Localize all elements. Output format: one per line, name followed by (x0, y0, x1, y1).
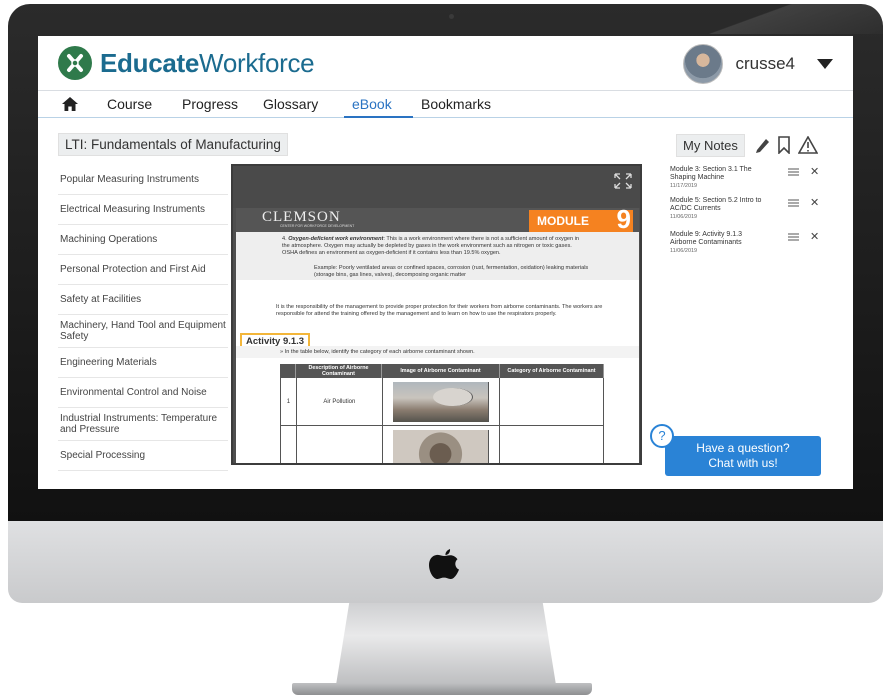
screen-glare (673, 4, 883, 34)
note-title[interactable]: Module 9: Activity 9.1.3 Airborne Contam… (670, 231, 766, 247)
category-answer-cell[interactable] (500, 378, 604, 425)
note-date: 11/06/2019 (670, 248, 698, 254)
module-tab: MODULE 9 (529, 208, 633, 234)
note-title[interactable]: Module 3: Section 3.1 The Shaping Machin… (670, 166, 766, 182)
avatar[interactable] (683, 44, 724, 84)
logo-badge-icon (58, 46, 92, 80)
pencil-icon[interactable] (754, 136, 770, 154)
page-header: CLEMSON CENTER FOR WORKFORCE DEVELOPMENT… (236, 208, 639, 234)
activity-table: Description of Airborne Contaminant Imag… (280, 364, 604, 463)
contaminant-image (393, 429, 489, 463)
sidebar-item-industrial-instruments[interactable]: Industrial Instruments: Temperature and … (58, 408, 228, 441)
close-icon[interactable]: ✕ (810, 230, 819, 243)
tab-course[interactable]: Course (107, 96, 152, 118)
logo-text: EducateWorkforce (100, 47, 315, 78)
row-description: Air Pollution (297, 378, 383, 425)
col-category: Category of Airborne Contaminant (500, 364, 604, 378)
row-number: 1 (281, 378, 297, 425)
sidebar-item-machinery-safety[interactable]: Machinery, Hand Tool and Equipment Safet… (58, 315, 228, 348)
note-date: 11/17/2019 (670, 183, 698, 189)
sidebar-item-environmental-control[interactable]: Environmental Control and Noise (58, 378, 228, 408)
menu-icon[interactable] (788, 199, 799, 207)
tab-bookmarks[interactable]: Bookmarks (421, 96, 491, 118)
category-answer-cell[interactable] (500, 426, 604, 463)
user-menu[interactable]: crusse4 (683, 44, 833, 84)
bookmark-icon[interactable] (777, 136, 791, 154)
sidebar-item-machining[interactable]: Machining Operations (58, 225, 228, 255)
chat-line-2[interactable]: Chat with us! (665, 456, 821, 471)
note-date: 11/06/2019 (670, 214, 698, 220)
camera-icon (449, 14, 454, 19)
menu-icon[interactable] (788, 233, 799, 241)
item-4-text: 4. Oxygen-deficient work environment: Th… (282, 236, 580, 256)
module-sidebar: Popular Measuring Instruments Electrical… (58, 165, 228, 471)
home-icon[interactable] (62, 97, 78, 111)
note-item[interactable]: Module 9: Activity 9.1.3 Airborne Contam… (670, 231, 850, 254)
screen: EducateWorkforce crusse4 Course Progress… (38, 36, 853, 489)
apple-logo-icon (429, 549, 459, 579)
close-icon[interactable]: ✕ (810, 196, 819, 209)
close-icon[interactable]: ✕ (810, 165, 819, 178)
site-header: EducateWorkforce crusse4 (38, 36, 853, 90)
note-title[interactable]: Module 5: Section 5.2 Intro to AC/DC Cur… (670, 197, 766, 213)
table-header: Description of Airborne Contaminant Imag… (280, 364, 604, 378)
course-title: LTI: Fundamentals of Manufacturing (58, 133, 288, 156)
table-row (280, 426, 604, 463)
sidebar-item-special-processing[interactable]: Special Processing (58, 441, 228, 471)
tab-glossary[interactable]: Glossary (263, 96, 318, 118)
module-label: MODULE (537, 214, 589, 228)
warning-icon[interactable] (798, 136, 818, 154)
sidebar-item-personal-protection[interactable]: Personal Protection and First Aid (58, 255, 228, 285)
chat-line-1[interactable]: Have a question? (665, 441, 821, 456)
tab-ebook[interactable]: eBook (344, 96, 413, 118)
col-image: Image of Airborne Contaminant (382, 364, 500, 378)
course-nav: Course Progress Glossary eBook Bookmarks (38, 90, 853, 118)
sidebar-item-safety-facilities[interactable]: Safety at Facilities (58, 285, 228, 315)
sidebar-item-popular-measuring[interactable]: Popular Measuring Instruments (58, 165, 228, 195)
chat-button[interactable]: Have a question? Chat with us! (665, 436, 821, 476)
sidebar-item-electrical-measuring[interactable]: Electrical Measuring Instruments (58, 195, 228, 225)
col-description: Description of Airborne Contaminant (296, 364, 382, 378)
tab-progress[interactable]: Progress (182, 96, 238, 118)
stand-neck (336, 603, 556, 685)
imac-mockup: EducateWorkforce crusse4 Course Progress… (0, 0, 891, 700)
module-number: 9 (616, 208, 631, 234)
chevron-down-icon[interactable] (817, 59, 833, 69)
site-logo[interactable]: EducateWorkforce (58, 46, 315, 80)
instruction-text: » In the table below, identify the categ… (280, 349, 475, 355)
fullscreen-icon[interactable] (614, 173, 632, 189)
ebook-viewer[interactable]: CLEMSON CENTER FOR WORKFORCE DEVELOPMENT… (231, 164, 642, 465)
note-item[interactable]: Module 5: Section 5.2 Intro to AC/DC Cur… (670, 197, 850, 220)
ebook-page: CLEMSON CENTER FOR WORKFORCE DEVELOPMENT… (236, 208, 639, 463)
menu-icon[interactable] (788, 168, 799, 176)
responsibility-text: It is the responsibility of the manageme… (276, 304, 603, 317)
username[interactable]: crusse4 (735, 54, 795, 74)
stand-base (292, 683, 592, 695)
example-text: Example: Poorly ventilated areas or conf… (314, 265, 589, 278)
viewer-toolbar (233, 166, 640, 208)
note-item[interactable]: Module 3: Section 3.1 The Shaping Machin… (670, 166, 850, 189)
my-notes-label: My Notes (676, 134, 745, 157)
table-row: 1 Air Pollution (280, 378, 604, 426)
clemson-subtitle: CENTER FOR WORKFORCE DEVELOPMENT (280, 224, 355, 228)
sidebar-item-engineering-materials[interactable]: Engineering Materials (58, 348, 228, 378)
item-4-bold: Oxygen-deficient work environment (288, 236, 384, 242)
help-icon[interactable]: ? (650, 424, 674, 448)
air-pollution-image (393, 381, 489, 422)
